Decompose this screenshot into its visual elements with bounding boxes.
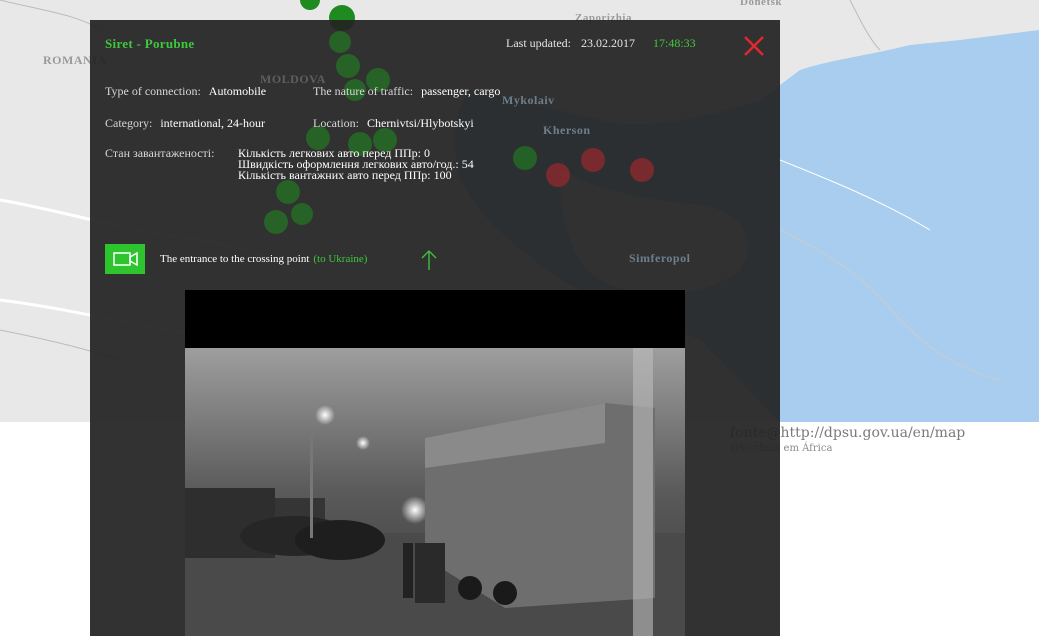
camera-direction: (to Ukraine) [313, 253, 368, 265]
camera-label[interactable]: The entrance to the crossing point (to Uk… [160, 253, 367, 265]
connection-type: Type of connection: Automobile [105, 84, 266, 99]
category-label: Category: [105, 116, 153, 130]
traffic-nature-label: The nature of traffic: [313, 84, 414, 98]
camera-label-text: The entrance to the crossing point [160, 253, 310, 265]
connection-type-value: Automobile [208, 84, 267, 98]
crossing-marker-closed-icon[interactable] [581, 148, 605, 172]
crossing-marker-icon[interactable] [276, 180, 300, 204]
category-value: international, 24-hour [160, 116, 265, 130]
crossing-title: Siret - Porubne [105, 36, 195, 51]
crossing-marker-icon[interactable] [336, 54, 360, 78]
crossing-marker-icon[interactable] [300, 0, 320, 10]
video-camera-icon [113, 251, 138, 267]
last-updated-date: 23.02.2017 [580, 36, 635, 50]
crossing-marker-icon[interactable] [291, 203, 313, 225]
load-status-label: Стан завантаженості: [105, 146, 215, 160]
crossing-marker-icon[interactable] [329, 31, 351, 53]
traffic-nature-value: passenger, cargo [421, 84, 501, 98]
crossing-marker-closed-icon[interactable] [546, 163, 570, 187]
load-status: Стан завантаженості: Кількість легкових … [105, 146, 474, 181]
last-updated: Last updated: 23.02.2017 17:48:33 [506, 36, 696, 51]
traffic-nature: The nature of traffic: passenger, cargo [313, 84, 500, 99]
connection-type-label: Type of connection: [105, 84, 201, 98]
camera-snapshot [185, 290, 685, 636]
camera-button[interactable] [105, 244, 145, 274]
map-markers [264, 31, 654, 234]
location-value: Chernivtsi/Hlybotskyi [366, 116, 474, 130]
location: Location: Chernivtsi/Hlybotskyi [313, 116, 474, 131]
last-updated-label: Last updated: [506, 36, 571, 50]
location-label: Location: [313, 116, 359, 130]
camera-image [185, 348, 685, 636]
load-status-lines: Кількість легкових авто перед ППр: 0 Шви… [238, 147, 474, 182]
crossing-marker-icon[interactable] [513, 146, 537, 170]
crossing-marker-icon[interactable] [264, 210, 288, 234]
crossing-marker-closed-icon[interactable] [630, 158, 654, 182]
load-status-trucks-queue: Кількість вантажних авто перед ППр: 100 [238, 168, 452, 182]
category: Category: international, 24-hour [105, 116, 265, 131]
map-label-donetsk: Donetsk [740, 0, 783, 8]
close-icon[interactable] [742, 34, 766, 58]
arrow-up-icon[interactable] [421, 248, 437, 272]
last-updated-time: 17:48:33 [652, 36, 696, 50]
